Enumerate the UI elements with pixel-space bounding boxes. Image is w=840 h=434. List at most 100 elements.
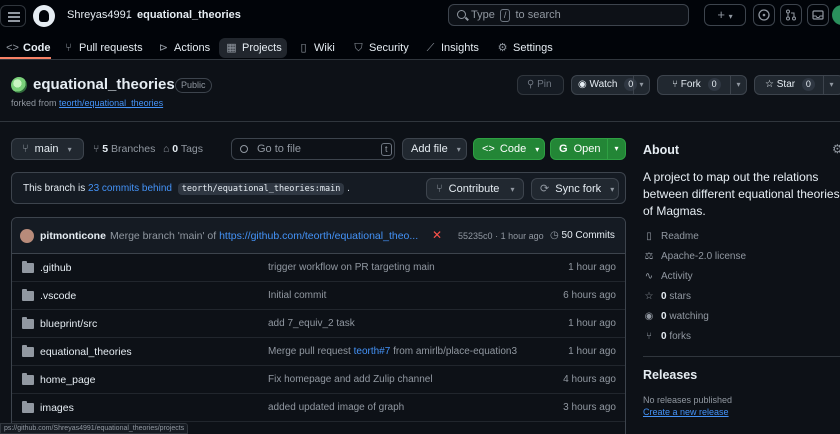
commits-behind-link[interactable]: 23 commits behind <box>88 183 172 194</box>
issues-icon[interactable] <box>753 4 775 26</box>
license-link[interactable]: ⚖ Apache-2.0 license <box>643 251 747 262</box>
play-icon: ⊳ <box>158 42 169 54</box>
chevron-down-icon: ▾ <box>614 144 619 153</box>
pull-requests-icon[interactable] <box>780 4 802 26</box>
gear-icon[interactable]: ⚙ <box>832 142 840 156</box>
create-new-button[interactable]: + ▾ <box>704 4 746 26</box>
star-label: Star <box>776 79 796 90</box>
tab-actions[interactable]: ⊳ Actions <box>157 38 210 58</box>
fork-icon: ⑂ <box>672 79 678 90</box>
license-label: Apache-2.0 license <box>661 251 747 262</box>
chevron-down-icon[interactable]: ▾ <box>823 76 839 94</box>
repo-title[interactable]: equational_theories <box>33 76 175 93</box>
table-row[interactable]: .github trigger workflow on PR targeting… <box>12 254 625 282</box>
file-name[interactable]: home_page <box>40 374 95 386</box>
search-placeholder-prefix: Type <box>471 9 495 21</box>
tab-insights[interactable]: ⟋ Insights <box>424 38 479 58</box>
watching-link[interactable]: ◉ 0 watching <box>643 311 709 322</box>
pull-request-link[interactable]: teorth#7 <box>354 346 391 357</box>
pull-request-icon: ⑂ <box>436 183 443 195</box>
stars-link[interactable]: ☆ 0 stars <box>643 291 692 302</box>
code-button[interactable]: <> Code ▾ <box>473 138 545 160</box>
file-name[interactable]: blueprint/src <box>40 318 97 330</box>
forked-from-link[interactable]: teorth/equational_theories <box>59 98 163 108</box>
branch-name: main <box>34 143 59 155</box>
releases-heading[interactable]: Releases <box>643 368 697 382</box>
chevron-down-icon[interactable]: ▾ <box>633 76 649 94</box>
file-name[interactable]: .github <box>40 262 72 274</box>
folder-icon <box>22 401 34 413</box>
tab-projects[interactable]: ▦ Projects <box>225 38 281 58</box>
add-file-button[interactable]: Add file ▾ <box>402 138 467 160</box>
table-row[interactable]: equational_theories Merge pull request t… <box>12 338 625 366</box>
tab-pull-requests[interactable]: ⑂ Pull requests <box>62 38 142 58</box>
folder-icon <box>22 289 34 301</box>
repo-description: A project to map out the relations betwe… <box>643 170 840 218</box>
tab-code[interactable]: <> Code <box>6 38 51 58</box>
table-row[interactable]: images added updated image of graph 3 ho… <box>12 394 625 422</box>
pin-button[interactable]: ⚲ Pin <box>517 75 564 95</box>
watch-button[interactable]: ◉ Watch 0 ▾ <box>571 75 650 95</box>
table-row[interactable]: .vscode Initial commit 6 hours ago <box>12 282 625 310</box>
file-commit-message-prefix[interactable]: Merge pull request <box>268 346 351 357</box>
sync-fork-label: Sync fork <box>555 183 602 195</box>
file-commit-message-suffix[interactable]: from amirlb/place-equation3 <box>393 346 517 357</box>
forks-link[interactable]: ⑂ 0 forks <box>643 331 691 342</box>
chevron-down-icon: ▾ <box>67 145 72 154</box>
file-commit-message[interactable]: Initial commit <box>268 290 326 301</box>
commit-author[interactable]: pitmonticone <box>40 230 106 242</box>
open-dropdown-button[interactable]: ▾ <box>607 138 626 160</box>
open-button[interactable]: G Open <box>550 138 608 160</box>
branches-link[interactable]: ⑂ 5 Branches <box>93 143 155 155</box>
fork-button[interactable]: ⑂ Fork 0 ▾ <box>657 75 747 95</box>
tab-label: Insights <box>441 42 479 54</box>
activity-link[interactable]: ∿ Activity <box>643 271 693 282</box>
sync-fork-button[interactable]: ⟳ Sync fork ▾ <box>531 178 619 200</box>
tags-count: 0 <box>172 143 179 155</box>
forks-label: forks <box>669 331 692 342</box>
file-commit-time: 4 hours ago <box>563 374 616 385</box>
file-commit-message[interactable]: trigger workflow on PR targeting main <box>268 262 435 273</box>
table-row[interactable]: home_page Fix homepage and add Zulip cha… <box>12 366 625 394</box>
create-release-link[interactable]: Create a new release <box>643 407 729 417</box>
tab-settings[interactable]: ⚙ Settings <box>496 38 553 58</box>
search-input[interactable]: Type / to search <box>448 4 689 26</box>
search-icon <box>240 145 248 153</box>
readme-link[interactable]: ▯ Readme <box>643 231 699 242</box>
user-avatar[interactable] <box>832 5 840 25</box>
inbox-icon[interactable] <box>807 4 829 26</box>
github-logo-icon[interactable] <box>33 5 55 27</box>
tab-security[interactable]: ⛉ Security <box>352 38 408 58</box>
status-bar-url: ps://github.com/Shreyas4991/equational_t… <box>0 423 189 434</box>
contribute-button[interactable]: ⑂ Contribute ▾ <box>426 178 524 200</box>
tab-label: Code <box>23 42 51 54</box>
commit-history-link[interactable]: ◷ 50 Commits <box>550 230 615 241</box>
go-to-file-input[interactable]: Go to file t <box>231 138 395 160</box>
commit-hash[interactable]: 55235c0 <box>458 231 493 241</box>
folder-icon <box>22 345 34 357</box>
breadcrumb-owner[interactable]: Shreyas4991 <box>67 9 132 21</box>
file-commit-time: 3 hours ago <box>563 402 616 413</box>
go-to-file-shortcut: t <box>381 143 392 156</box>
failed-check-icon[interactable]: ✕ <box>432 228 442 242</box>
tab-wiki[interactable]: ▯ Wiki <box>297 38 334 58</box>
hamburger-menu-button[interactable] <box>0 5 26 27</box>
file-name[interactable]: .vscode <box>40 290 76 302</box>
latest-commit-row: pitmonticone Merge branch 'main' of http… <box>12 218 625 254</box>
open-button-label: Open <box>573 143 601 155</box>
branch-selector[interactable]: ⑂ main ▾ <box>11 138 84 160</box>
file-name[interactable]: images <box>40 402 74 414</box>
file-name[interactable]: equational_theories <box>40 346 132 358</box>
star-button[interactable]: ☆ Star 0 ▾ <box>754 75 840 95</box>
file-commit-message[interactable]: add 7_equiv_2 task <box>268 318 355 329</box>
breadcrumb-repo[interactable]: equational_theories <box>137 9 241 21</box>
sidebar-divider <box>643 356 840 357</box>
tags-link[interactable]: ⌂ 0 Tags <box>163 143 203 155</box>
table-row[interactable]: blueprint/src add 7_equiv_2 task 1 hour … <box>12 310 625 338</box>
file-commit-message[interactable]: Fix homepage and add Zulip channel <box>268 374 433 385</box>
chevron-down-icon[interactable]: ▾ <box>730 76 746 94</box>
file-commit-message[interactable]: added updated image of graph <box>268 402 404 413</box>
commit-message-link[interactable]: https://github.com/teorth/equational_the… <box>219 230 418 242</box>
commit-author-avatar[interactable] <box>20 229 34 243</box>
watch-label: Watch <box>589 79 618 90</box>
